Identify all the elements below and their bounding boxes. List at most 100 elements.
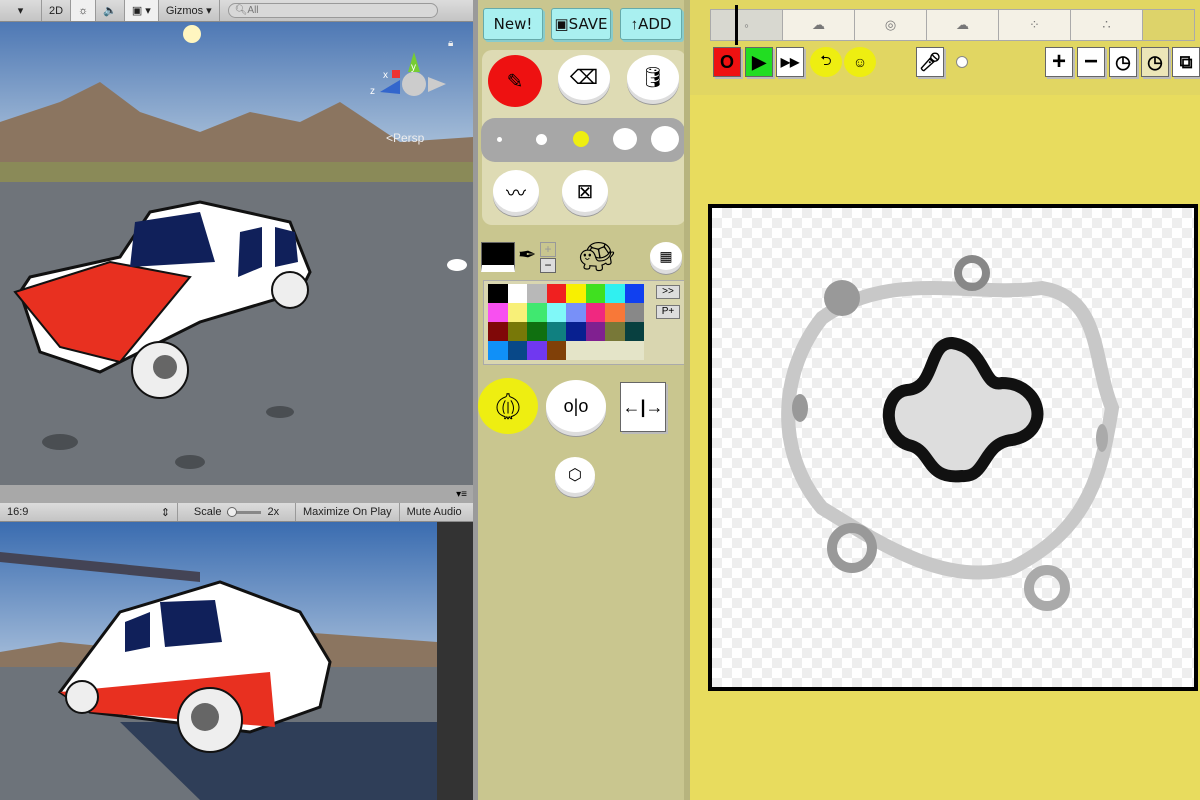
scene-search-input[interactable]: 🔍︎All: [227, 3, 438, 18]
drawing-canvas[interactable]: [708, 204, 1198, 691]
scene-toolbar: ▾ 2D ☼ 🔈 ▣ ▾ Gizmos ▾ 🔍︎All: [0, 0, 473, 22]
palette-swatch[interactable]: [605, 341, 625, 360]
eyedropper-icon[interactable]: ✒: [518, 242, 536, 268]
record-button[interactable]: O: [713, 47, 741, 77]
search-placeholder: All: [247, 5, 259, 16]
play-button[interactable]: ▶: [745, 47, 773, 77]
flip-horizontal-icon[interactable]: ←|→: [620, 382, 666, 432]
save-button[interactable]: ▣ SAVE: [551, 8, 611, 40]
maximize-on-play-toggle[interactable]: Maximize On Play: [296, 503, 400, 521]
audio-toggle-icon[interactable]: 🔈: [96, 0, 125, 21]
zoom-plus-button[interactable]: +: [540, 242, 556, 257]
palette-swatch[interactable]: [624, 322, 644, 341]
brush-size-2[interactable]: [536, 134, 547, 145]
aspect-dropdown[interactable]: 16:9 ⇕: [0, 503, 178, 521]
palette-swatch[interactable]: [566, 341, 586, 360]
panel-menu-icon[interactable]: ▾≡: [456, 489, 467, 500]
palette-swatch[interactable]: [605, 284, 625, 303]
scale-slider[interactable]: [227, 506, 262, 517]
pencil-tool-icon[interactable]: ✎: [488, 55, 542, 107]
playhead[interactable]: [735, 5, 738, 45]
eraser-tool-icon[interactable]: ⌫: [558, 55, 610, 100]
timeline-frame-3[interactable]: ◎: [855, 10, 927, 40]
timeline-frame-4[interactable]: ☁: [927, 10, 999, 40]
palette-swatch[interactable]: [585, 322, 605, 341]
brush-size-4[interactable]: [613, 128, 637, 150]
palette-swatch[interactable]: [546, 303, 566, 322]
palette-swatch[interactable]: [527, 303, 547, 322]
gizmos-dropdown[interactable]: Gizmos ▾: [159, 0, 220, 21]
palette-swatch[interactable]: [566, 284, 586, 303]
loop-button-icon[interactable]: ⮌: [810, 47, 842, 77]
palette-swatch[interactable]: [507, 284, 527, 303]
timeline-frame-1[interactable]: ◦: [711, 10, 783, 40]
scene-view[interactable]: y x z <Persp 🔒︎: [0, 22, 473, 485]
2d-toggle[interactable]: 2D: [42, 0, 72, 21]
brush-size-1[interactable]: [497, 137, 502, 142]
character-button-icon[interactable]: ☺: [844, 47, 876, 77]
projection-label[interactable]: <Persp: [386, 131, 425, 145]
onion-skin-toggle-icon[interactable]: 🧅︎: [478, 378, 538, 434]
axis-z-label: z: [370, 86, 375, 97]
timeline-frame-2[interactable]: ☁: [783, 10, 855, 40]
duplicate-frame-button-icon[interactable]: ⧉: [1172, 47, 1200, 77]
new-label: New!: [493, 15, 533, 33]
drawing-workspace: ◦ ☁ ◎ ☁ ⁘ ∴ O ▶ ▶▶ ⮌ ☺ 🎤︎ + − ◷ ◷ ⧉: [690, 0, 1200, 800]
palette-swatch[interactable]: [546, 322, 566, 341]
current-color-swatch[interactable]: [481, 242, 515, 272]
next-palette-button[interactable]: >>: [656, 285, 680, 299]
palette-swatch[interactable]: [546, 341, 566, 360]
palette-swatch[interactable]: [566, 303, 586, 322]
microphone-button-icon[interactable]: 🎤︎: [916, 47, 944, 77]
palette-swatch[interactable]: [507, 303, 527, 322]
axis-y-label: y: [411, 62, 416, 73]
palette-swatch[interactable]: [585, 284, 605, 303]
paint-bucket-tool-icon[interactable]: 🛢︎: [627, 55, 679, 100]
brush-size-3[interactable]: [573, 131, 589, 147]
brush-size-5[interactable]: [651, 126, 679, 152]
palette-swatch[interactable]: [488, 322, 508, 341]
palette-swatch[interactable]: [605, 303, 625, 322]
increase-duration-button-icon[interactable]: ◷: [1109, 47, 1137, 77]
timeline-frame-6[interactable]: ∴: [1071, 10, 1143, 40]
palette-swatch[interactable]: [546, 284, 566, 303]
grid-toggle-icon[interactable]: ▦: [650, 242, 682, 270]
mute-audio-toggle[interactable]: Mute Audio: [400, 503, 469, 521]
palette-swatch[interactable]: [527, 284, 547, 303]
mirror-symmetry-icon[interactable]: o|o: [546, 380, 606, 432]
turtle-icon[interactable]: 🐢︎: [578, 240, 616, 275]
palette-swatch[interactable]: [624, 341, 644, 360]
new-button[interactable]: New!: [483, 8, 543, 40]
add-frame-button[interactable]: +: [1045, 47, 1073, 77]
palette-swatch[interactable]: [527, 322, 547, 341]
palette-swatch[interactable]: [507, 341, 527, 360]
palette-swatch[interactable]: [527, 341, 547, 360]
decrease-duration-button-icon[interactable]: ◷: [1141, 47, 1169, 77]
palette-swatch[interactable]: [566, 322, 586, 341]
lock-icon[interactable]: 🔒︎: [448, 38, 453, 49]
3d-cube-icon[interactable]: ⬡: [555, 457, 595, 493]
palette-swatch[interactable]: [488, 303, 508, 322]
palette-swatch[interactable]: [624, 284, 644, 303]
palette-swatch[interactable]: [488, 284, 508, 303]
add-button[interactable]: ↑ ADD: [620, 8, 682, 40]
timeline-frame-5[interactable]: ⁘: [999, 10, 1071, 40]
palette-swatch[interactable]: [605, 322, 625, 341]
game-view[interactable]: [0, 522, 473, 800]
fast-forward-button[interactable]: ▶▶: [776, 47, 804, 77]
palette-swatch[interactable]: [507, 322, 527, 341]
sun-gizmo-icon: [183, 25, 201, 43]
smooth-line-tool-icon[interactable]: 〰: [493, 170, 539, 212]
palette-swatch[interactable]: [585, 341, 605, 360]
add-palette-button[interactable]: P+: [656, 305, 680, 319]
clear-frame-tool-icon[interactable]: ⊠: [562, 170, 608, 212]
palette-swatch[interactable]: [488, 341, 508, 360]
palette-swatch[interactable]: [624, 303, 644, 322]
palette-swatch[interactable]: [585, 303, 605, 322]
scale-label: Scale: [193, 506, 222, 518]
lighting-toggle-icon[interactable]: ☼: [71, 0, 97, 21]
effects-toggle-icon[interactable]: ▣ ▾: [124, 0, 159, 21]
zoom-minus-button[interactable]: −: [540, 258, 556, 273]
shading-dropdown[interactable]: ▾: [0, 0, 42, 21]
remove-frame-button[interactable]: −: [1077, 47, 1105, 77]
